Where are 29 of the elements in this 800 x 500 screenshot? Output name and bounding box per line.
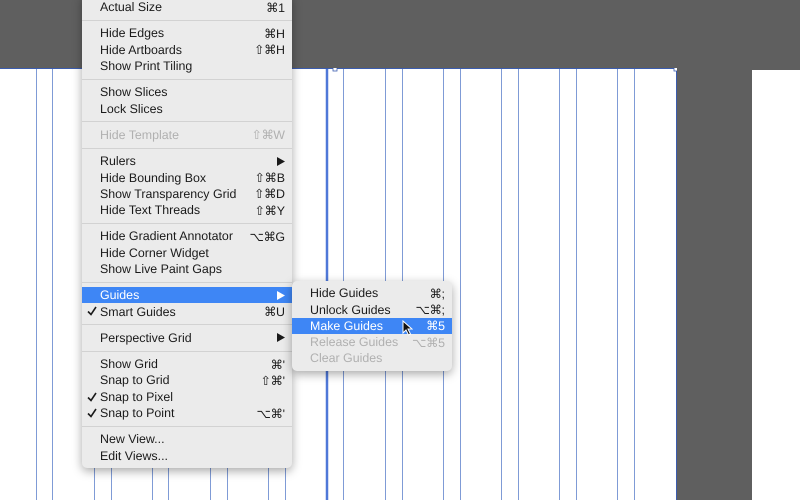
menu-item[interactable]: Lock Slices bbox=[82, 100, 292, 117]
pointer-icon bbox=[402, 320, 413, 336]
menu-item[interactable]: Hide Bounding Box ⇧⌘B bbox=[82, 169, 292, 186]
menu-item[interactable]: Hide Edges ⌘H bbox=[82, 25, 292, 42]
menu-item[interactable]: Make Guides ⌘5 bbox=[292, 318, 452, 334]
menu-item[interactable]: Perspective Grid bbox=[82, 330, 292, 346]
menu-item[interactable]: Rulers bbox=[82, 153, 292, 170]
menu-item[interactable]: Show Grid ⌘' bbox=[82, 356, 292, 372]
menu-item[interactable]: Actual Size ⌘1 bbox=[82, 0, 292, 16]
menu-item[interactable]: Snap to Pixel bbox=[82, 388, 292, 405]
menu-item[interactable]: Snap to Grid ⇧⌘' bbox=[82, 372, 292, 389]
menu-item[interactable]: Show Slices bbox=[82, 84, 292, 100]
menu-item[interactable]: Hide Text Threads ⇧⌘Y bbox=[82, 202, 292, 218]
menu-item[interactable]: Smart Guides ⌘U bbox=[82, 303, 292, 320]
menu-item[interactable]: New View... bbox=[82, 431, 292, 448]
menu-item[interactable]: Guides bbox=[82, 287, 292, 304]
menu-item[interactable]: Show Transparency Grid ⇧⌘D bbox=[82, 186, 292, 202]
menu-item[interactable]: Hide Gradient Annotator ⌥⌘G bbox=[82, 228, 292, 245]
submenu-arrow-icon bbox=[277, 156, 285, 166]
submenu-arrow-icon bbox=[277, 333, 285, 342]
menu-item[interactable]: Show Print Tiling bbox=[82, 58, 292, 74]
menu-item[interactable]: Edit Views... bbox=[82, 448, 292, 464]
menu-item[interactable]: Hide Artboards ⇧⌘H bbox=[82, 42, 292, 58]
menu-item[interactable]: Show Live Paint Gaps bbox=[82, 260, 292, 278]
menu-item[interactable]: Hide Corner Widget bbox=[82, 244, 292, 261]
menu-item[interactable]: Snap to Point ⌥⌘' bbox=[82, 404, 292, 422]
menu-item[interactable]: Unlock Guides ⌥⌘; bbox=[292, 301, 452, 318]
menu-item[interactable]: Hide Guides ⌘; bbox=[292, 285, 452, 302]
submenu-arrow-icon bbox=[277, 290, 285, 300]
